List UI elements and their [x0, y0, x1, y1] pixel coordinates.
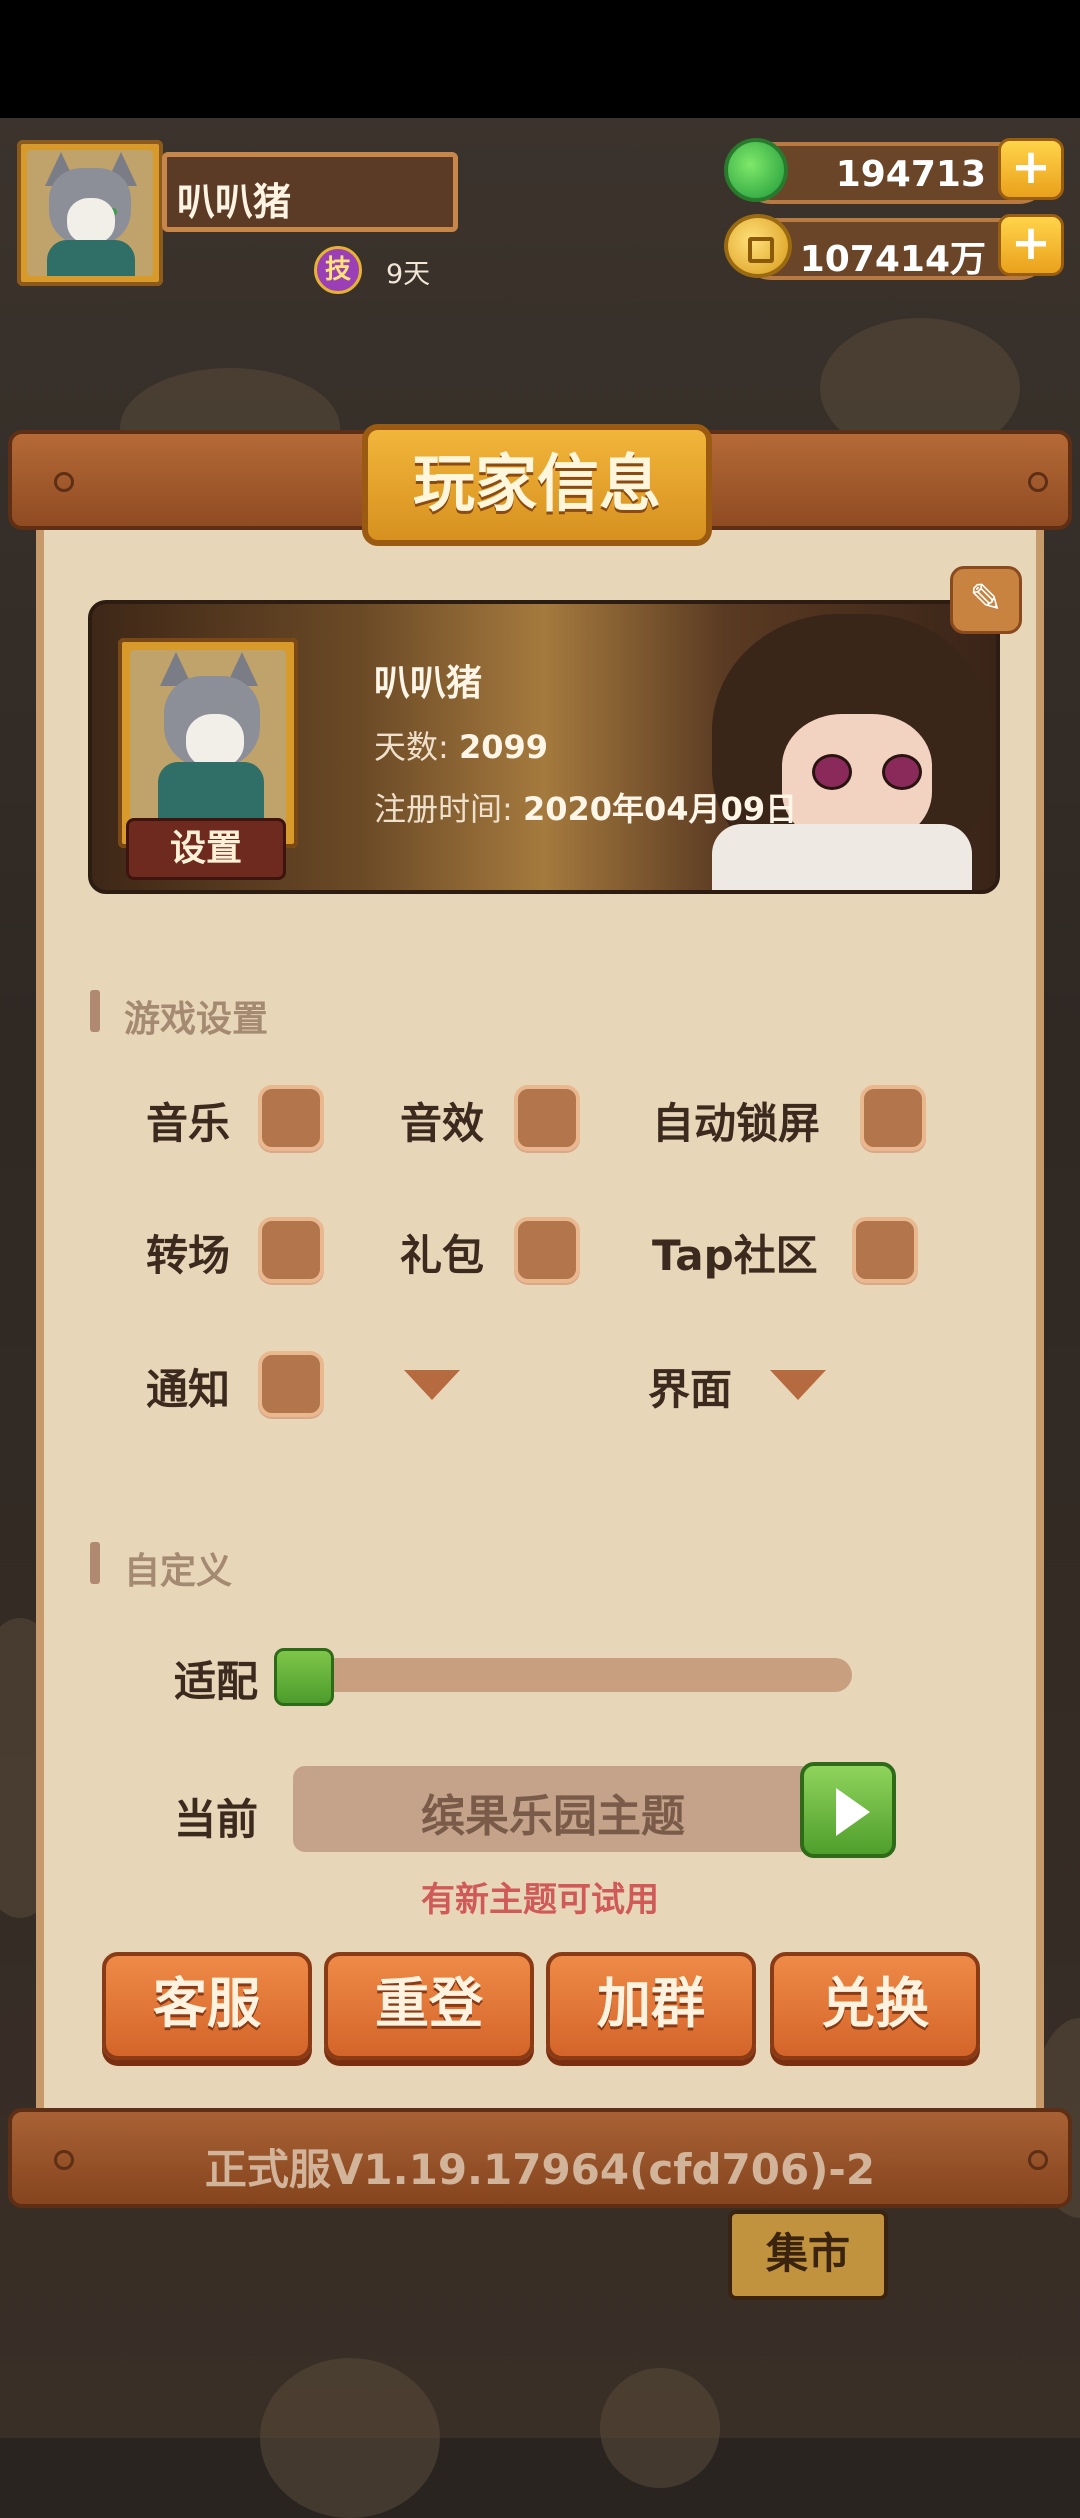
- customer-service-button[interactable]: 客服: [102, 1952, 312, 2060]
- add-jade-button[interactable]: +: [998, 138, 1064, 200]
- theme-selector[interactable]: 缤果乐园主题: [293, 1766, 813, 1852]
- player-name-box: 叭叭猪: [162, 152, 458, 232]
- autolock-checkbox[interactable]: [860, 1085, 926, 1151]
- edit-icon[interactable]: ✎: [950, 566, 1022, 634]
- jade-icon: [724, 138, 788, 202]
- player-name: 叭叭猪: [177, 180, 292, 224]
- option-label-transition: 转场: [146, 1231, 231, 1280]
- days-value: 2099: [458, 728, 549, 766]
- transition-checkbox[interactable]: [258, 1217, 324, 1283]
- option-label-giftpack: 礼包: [400, 1231, 485, 1280]
- skill-days: 9天: [386, 259, 431, 290]
- player-avatar[interactable]: [17, 140, 163, 286]
- interface-dropdown-icon[interactable]: [770, 1370, 826, 1400]
- coin-icon: [724, 214, 792, 278]
- redeem-button[interactable]: 兑换: [770, 1952, 980, 2060]
- version-text: 正式服V1.19.17964(cfd706)-2: [204, 2145, 876, 2194]
- chevron-down-icon[interactable]: [404, 1370, 460, 1400]
- section-marker: [90, 1542, 100, 1584]
- option-label-autolock: 自动锁屏: [652, 1099, 821, 1148]
- card-player-name: 叭叭猪: [374, 663, 483, 704]
- option-label-sfx: 音效: [400, 1099, 485, 1148]
- panel-title-plate: 玩家信息: [362, 424, 712, 546]
- theme-name: 缤果乐园主题: [421, 1791, 685, 1842]
- market-sign: 集市: [728, 2210, 888, 2300]
- panel-title: 玩家信息: [412, 447, 661, 520]
- game-settings-title: 游戏设置: [124, 999, 269, 1040]
- days-label: 天数:: [374, 728, 449, 766]
- jade-amount: 194713: [835, 154, 986, 195]
- giftpack-checkbox[interactable]: [514, 1217, 580, 1283]
- play-icon[interactable]: [800, 1762, 896, 1858]
- status-bar: [0, 0, 1080, 118]
- notification-checkbox[interactable]: [258, 1351, 324, 1417]
- register-date: 2020年04月09日: [522, 790, 798, 828]
- coin-amount: 107414万: [799, 239, 986, 280]
- option-label-tap-community: Tap社区: [652, 1231, 818, 1280]
- section-marker: [90, 990, 100, 1032]
- avatar-settings-button[interactable]: 设置: [126, 818, 286, 880]
- skill-icon[interactable]: 技: [314, 246, 362, 294]
- register-label: 注册时间:: [374, 790, 513, 828]
- adapt-slider-track[interactable]: [318, 1658, 852, 1692]
- option-label-notification: 通知: [146, 1365, 231, 1414]
- relogin-button[interactable]: 重登: [324, 1952, 534, 2060]
- current-theme-label: 当前: [174, 1795, 259, 1844]
- custom-section-title: 自定义: [124, 1551, 233, 1592]
- join-group-button[interactable]: 加群: [546, 1952, 756, 2060]
- sfx-checkbox[interactable]: [514, 1085, 580, 1151]
- adapt-slider-thumb[interactable]: [274, 1648, 334, 1706]
- add-coin-button[interactable]: +: [998, 214, 1064, 276]
- option-label-interface: 界面: [648, 1365, 733, 1414]
- new-theme-hint: 有新主题可试用: [421, 1880, 659, 1920]
- profile-card: 设置 叭叭猪 天数: 2099 注册时间: 2020年04月09日: [88, 600, 1000, 894]
- music-checkbox[interactable]: [258, 1085, 324, 1151]
- option-label-music: 音乐: [146, 1099, 231, 1148]
- tap-community-checkbox[interactable]: [852, 1217, 918, 1283]
- adapt-label: 适配: [174, 1657, 259, 1706]
- card-avatar[interactable]: [118, 638, 298, 848]
